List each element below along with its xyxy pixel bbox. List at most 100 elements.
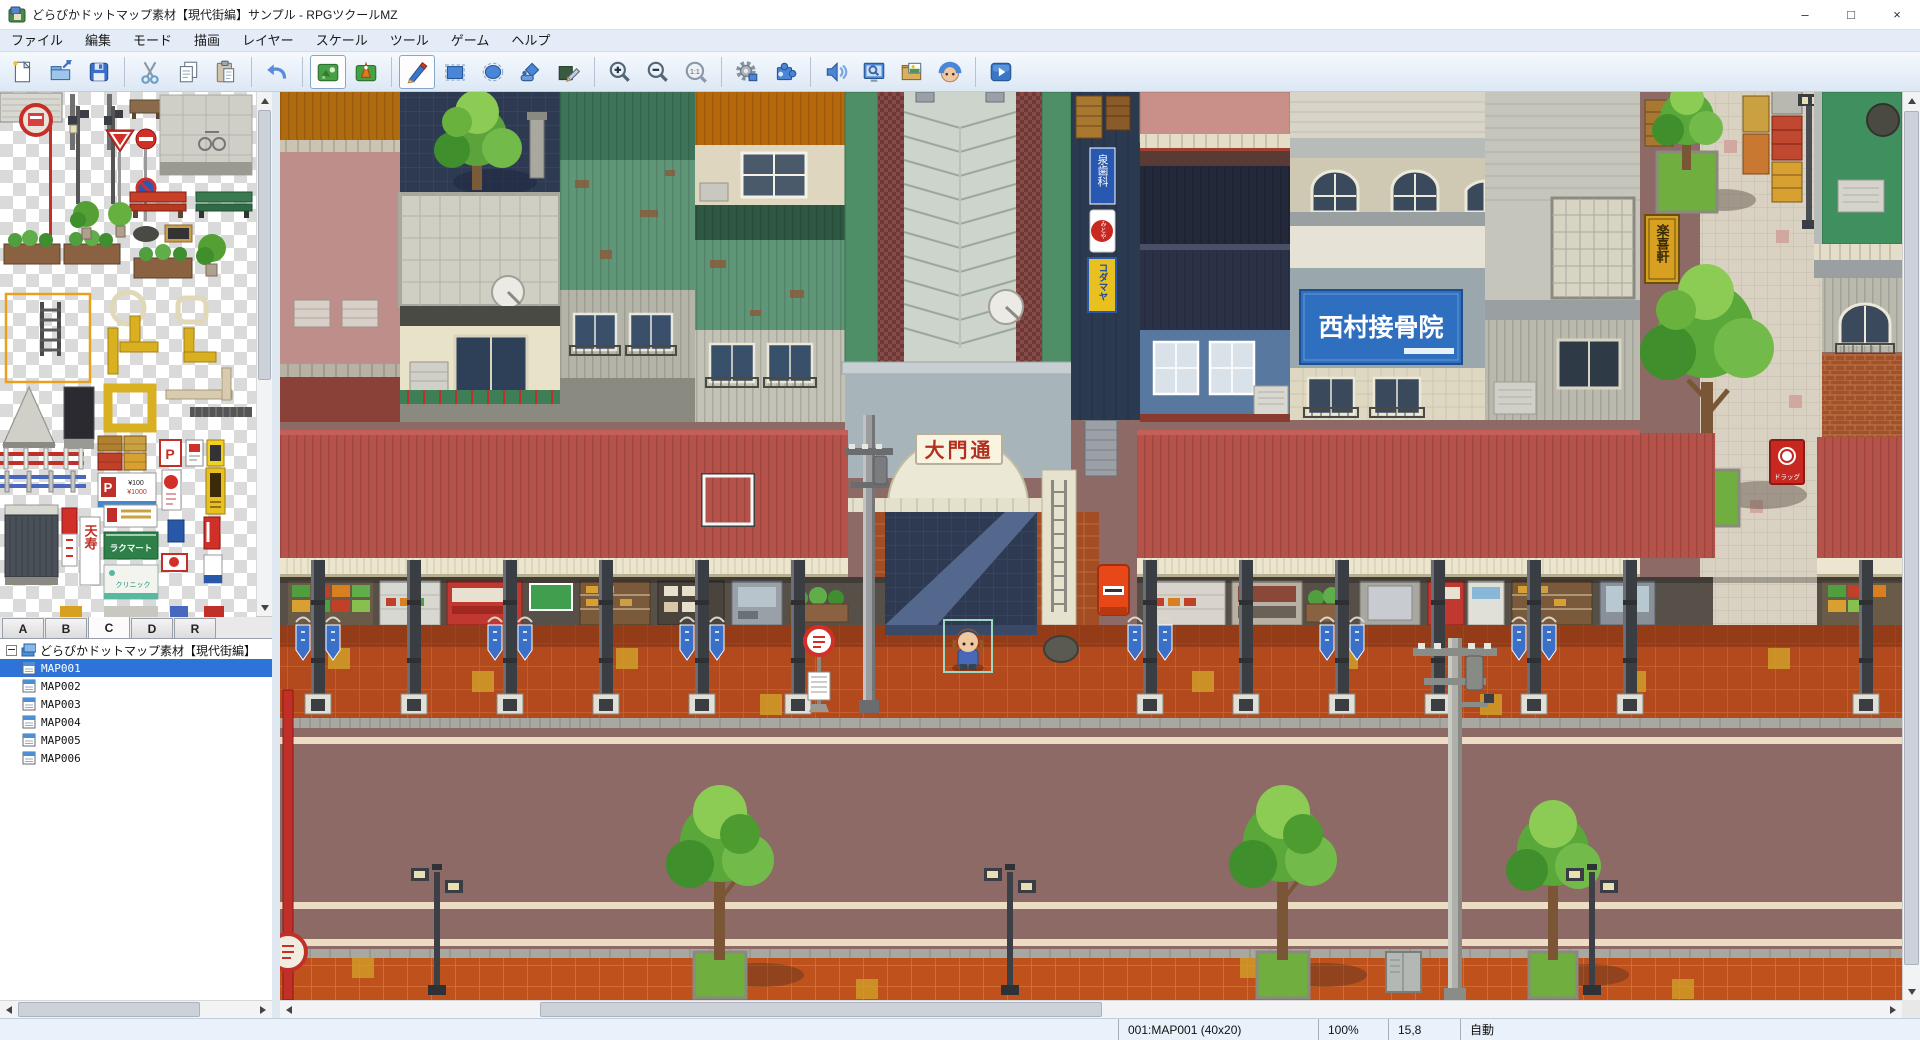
undo-button[interactable] [259, 55, 295, 89]
panel-scroll-right[interactable] [254, 1001, 272, 1018]
resource-manager-button[interactable] [894, 55, 930, 89]
panel-scroll-thumb[interactable] [18, 1002, 200, 1017]
menu-file[interactable]: ファイル [0, 30, 74, 52]
tile-dark-doorway [64, 387, 94, 449]
map-hscroll-thumb[interactable] [540, 1002, 1102, 1017]
event-mode-button[interactable] [348, 55, 384, 89]
map-scroll-left[interactable] [280, 1001, 298, 1018]
lattice-building [1485, 92, 1640, 420]
tree-item-map001[interactable]: MAP001 [0, 659, 272, 677]
tree-item-map005[interactable]: MAP005 [0, 731, 272, 749]
minimize-button[interactable]: – [1782, 0, 1828, 30]
tree-root-row[interactable]: どらぴかドットマップ素材【現代街編】 [0, 641, 272, 659]
menu-layer[interactable]: レイヤー [231, 30, 305, 52]
pencil-tool-button[interactable] [399, 55, 435, 89]
playtest-button[interactable] [983, 55, 1019, 89]
map-mode-button[interactable] [310, 55, 346, 89]
map-hscrollbar[interactable] [280, 1000, 1902, 1018]
title-bar: どらぴかドットマップ素材【現代街編】サンプル - RPGツクールMZ – □ × [0, 0, 1920, 30]
tile-clinic-sign: クリニック [104, 565, 158, 599]
play-icon [988, 59, 1014, 85]
tile-small-sign [186, 440, 203, 466]
tile-small-sign [207, 440, 224, 466]
gear-icon [734, 59, 760, 85]
flood-fill-tool-button[interactable] [513, 55, 549, 89]
tree-item-map004[interactable]: MAP004 [0, 713, 272, 731]
save-project-button[interactable] [81, 55, 117, 89]
svg-text:¥100: ¥100 [128, 480, 144, 487]
panel-hscrollbar[interactable] [0, 1000, 272, 1018]
toolbar-separator [302, 57, 303, 87]
event-searcher-button[interactable] [856, 55, 892, 89]
tab-b[interactable]: B [45, 618, 87, 638]
palette-scroll-up[interactable] [257, 92, 272, 109]
palette-vscrollbar[interactable] [256, 92, 272, 616]
map-canvas[interactable]: 大門通 泉歯科 みとや コダマヤ [280, 92, 1902, 1000]
copy-button[interactable] [170, 55, 206, 89]
menu-bar: ファイル 編集 モード 描画 レイヤー スケール ツール ゲーム ヘルプ [0, 30, 1920, 52]
menu-tools[interactable]: ツール [379, 30, 440, 52]
scissors-icon [137, 59, 163, 85]
tileset-palette-canvas[interactable]: P P¥100¥1000 天寿 ラクマート クリニック [0, 92, 256, 617]
svg-text:天寿: 天寿 [83, 524, 98, 551]
plugin-manager-button[interactable] [767, 55, 803, 89]
paste-button[interactable] [208, 55, 244, 89]
puzzle-piece-icon [772, 59, 798, 85]
menu-scale[interactable]: スケール [305, 30, 379, 52]
status-coordinates: 15,8 [1388, 1019, 1460, 1040]
panel-splitter[interactable] [272, 92, 280, 1018]
menu-help[interactable]: ヘルプ [500, 30, 561, 52]
map-scroll-up[interactable] [1903, 92, 1920, 109]
rectangle-tool-button[interactable] [437, 55, 473, 89]
svg-text:¥1000: ¥1000 [127, 489, 147, 496]
toolbar-separator [391, 57, 392, 87]
tree-item-map006[interactable]: MAP006 [0, 749, 272, 767]
pencil-icon [404, 59, 430, 85]
actual-scale-button[interactable]: 1:1 [678, 55, 714, 89]
menu-game[interactable]: ゲーム [440, 30, 501, 52]
palette-scroll-thumb[interactable] [258, 110, 271, 380]
new-project-button[interactable] [5, 55, 41, 89]
map-region: 大門通 泉歯科 みとや コダマヤ [280, 92, 1920, 1018]
tab-a[interactable]: A [2, 618, 44, 638]
svg-text:P: P [104, 480, 113, 495]
rakukiken-sign: 楽喜軒 [1645, 215, 1679, 283]
map-vscroll-thumb[interactable] [1904, 111, 1919, 965]
map-scroll-down[interactable] [1903, 983, 1920, 1000]
app-window: どらぴかドットマップ素材【現代街編】サンプル - RPGツクールMZ – □ ×… [0, 0, 1920, 1040]
postbox [1098, 565, 1129, 615]
cut-button[interactable] [132, 55, 168, 89]
maximize-button[interactable]: □ [1828, 0, 1874, 30]
menu-edit[interactable]: 編集 [74, 30, 122, 52]
zoom-in-button[interactable] [602, 55, 638, 89]
tileset-palette[interactable]: P P¥100¥1000 天寿 ラクマート クリニック [0, 92, 272, 617]
navy-roof-building [1140, 92, 1290, 422]
map-scroll-right[interactable] [1884, 1001, 1902, 1018]
event-mode-icon [353, 59, 379, 85]
menu-mode[interactable]: モード [122, 30, 183, 52]
left-panel: P P¥100¥1000 天寿 ラクマート クリニック [0, 92, 272, 1018]
svg-text:楽喜軒: 楽喜軒 [1655, 223, 1671, 264]
tree-item-map002[interactable]: MAP002 [0, 677, 272, 695]
tab-r[interactable]: R [174, 618, 216, 638]
tile-red-sign-column [162, 470, 181, 510]
palette-scroll-down[interactable] [257, 599, 272, 616]
character-generator-button[interactable] [932, 55, 968, 89]
shadow-pen-tool-button[interactable] [551, 55, 587, 89]
menu-draw[interactable]: 描画 [183, 30, 231, 52]
tab-d[interactable]: D [131, 618, 173, 638]
database-button[interactable] [729, 55, 765, 89]
zoom-out-button[interactable] [640, 55, 676, 89]
tree-item-map003[interactable]: MAP003 [0, 695, 272, 713]
close-button[interactable]: × [1874, 0, 1920, 30]
tab-c[interactable]: C [88, 616, 130, 638]
panel-scroll-left[interactable] [0, 1001, 18, 1018]
tree-collapse-icon[interactable] [6, 645, 17, 656]
project-icon [21, 643, 36, 657]
sound-test-button[interactable] [818, 55, 854, 89]
ellipse-tool-button[interactable] [475, 55, 511, 89]
svg-text:P: P [165, 446, 174, 462]
map-vscrollbar[interactable] [1902, 92, 1920, 1000]
open-project-button[interactable] [43, 55, 79, 89]
svg-text:コダマヤ: コダマヤ [1097, 263, 1109, 301]
